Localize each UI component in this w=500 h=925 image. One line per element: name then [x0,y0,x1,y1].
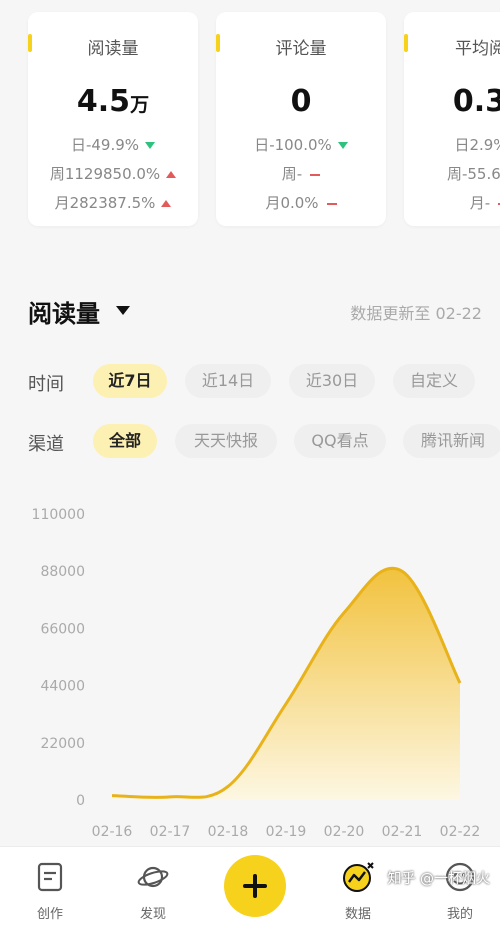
x-tick-label: 02-19 [266,824,307,840]
trend-up-icon [166,171,177,178]
chart-area-fill [112,568,460,800]
channel-filter-label: 渠道 [28,434,64,455]
y-tick-label: 88000 [40,564,85,580]
trend-flat-icon [326,202,337,205]
trend-up-icon [161,200,172,207]
channel-chip-tencent-news[interactable]: 腾讯新闻 [403,424,500,458]
card-weekly-change: 周- [216,163,386,184]
time-chip-14d[interactable]: 近14日 [185,364,271,398]
trend-down-icon [145,142,156,149]
planet-icon [137,866,169,888]
card-monthly-change: 月282387.5% [28,192,198,213]
stat-card-reads[interactable]: 阅读量 4.5万 日-49.9% 周1129850.0% 月282387.5% [28,12,198,226]
y-tick-label: 66000 [40,621,85,637]
data-update-time: 数据更新至 02-22 [350,304,482,323]
channel-chip-all[interactable]: 全部 [93,424,157,458]
card-label: 平均阅读 [455,39,500,59]
card-daily-change: 日-100.0% [216,134,386,155]
y-tick-label: 44000 [40,679,85,695]
card-weekly-change: 周-55.6% [446,165,500,183]
card-label: 阅读量 [87,39,139,59]
reads-area-chart[interactable]: 0 22000 44000 66000 88000 110000 02-16 02-17 02… [0,490,500,846]
nav-label: 我的 [446,907,473,922]
stat-cards-carousel[interactable]: 阅读量 4.5万 日-49.9% 周1129850.0% 月282387.5% … [0,0,500,240]
section-title-dropdown[interactable]: 阅读量 [28,294,100,329]
y-tick-label: 110000 [32,507,85,523]
card-value: 0 [290,84,312,119]
card-label: 评论量 [275,39,327,59]
nav-label: 发现 [139,907,166,922]
card-daily-change: 日-49.9% [28,134,198,155]
card-value: 0.3万 [452,84,500,119]
nav-discover[interactable]: 发现 [113,847,193,925]
time-chip-30d[interactable]: 近30日 [289,364,375,398]
x-tick-label: 02-21 [382,824,423,840]
card-weekly-change: 周1129850.0% [28,163,198,184]
time-chip-7d[interactable]: 近7日 [93,364,167,398]
trend-down-icon [337,142,348,149]
channel-chip-qq-kandian[interactable]: QQ看点 [294,424,386,458]
stat-card-average-reads[interactable]: 平均阅读 0.3万 日2.9% 周-55.6% 月- [404,12,500,226]
card-monthly-change: 月- [404,192,500,213]
x-tick-label: 02-16 [92,824,133,840]
nav-label: 数据 [344,907,371,922]
channel-chip-kuaibao[interactable]: 天天快报 [175,424,277,458]
publish-plus-button[interactable] [224,855,286,917]
watermark-text: 知乎 @一杯烟火 [387,871,490,887]
nav-label: 创作 [36,907,63,922]
nav-data[interactable]: 数据 [318,847,398,925]
y-tick-label: 22000 [40,736,85,752]
nav-create[interactable]: 创作 [10,847,90,925]
x-tick-label: 02-22 [440,824,481,840]
caret-down-icon[interactable] [116,306,130,315]
card-monthly-change: 月0.0% [216,192,386,213]
data-chart-icon [343,862,374,892]
y-tick-label: 0 [76,793,85,809]
create-icon [37,862,63,892]
time-chip-custom[interactable]: 自定义 [393,364,475,398]
x-tick-label: 02-17 [150,824,191,840]
stat-card-comments[interactable]: 评论量 0 日-100.0% 周- 月0.0% [216,12,386,226]
x-tick-label: 02-18 [208,824,249,840]
card-daily-change: 日2.9% [454,136,500,154]
card-value: 4.5万 [76,84,150,119]
trend-flat-icon [310,173,321,176]
time-filter-label: 时间 [28,374,64,395]
x-tick-label: 02-20 [324,824,365,840]
